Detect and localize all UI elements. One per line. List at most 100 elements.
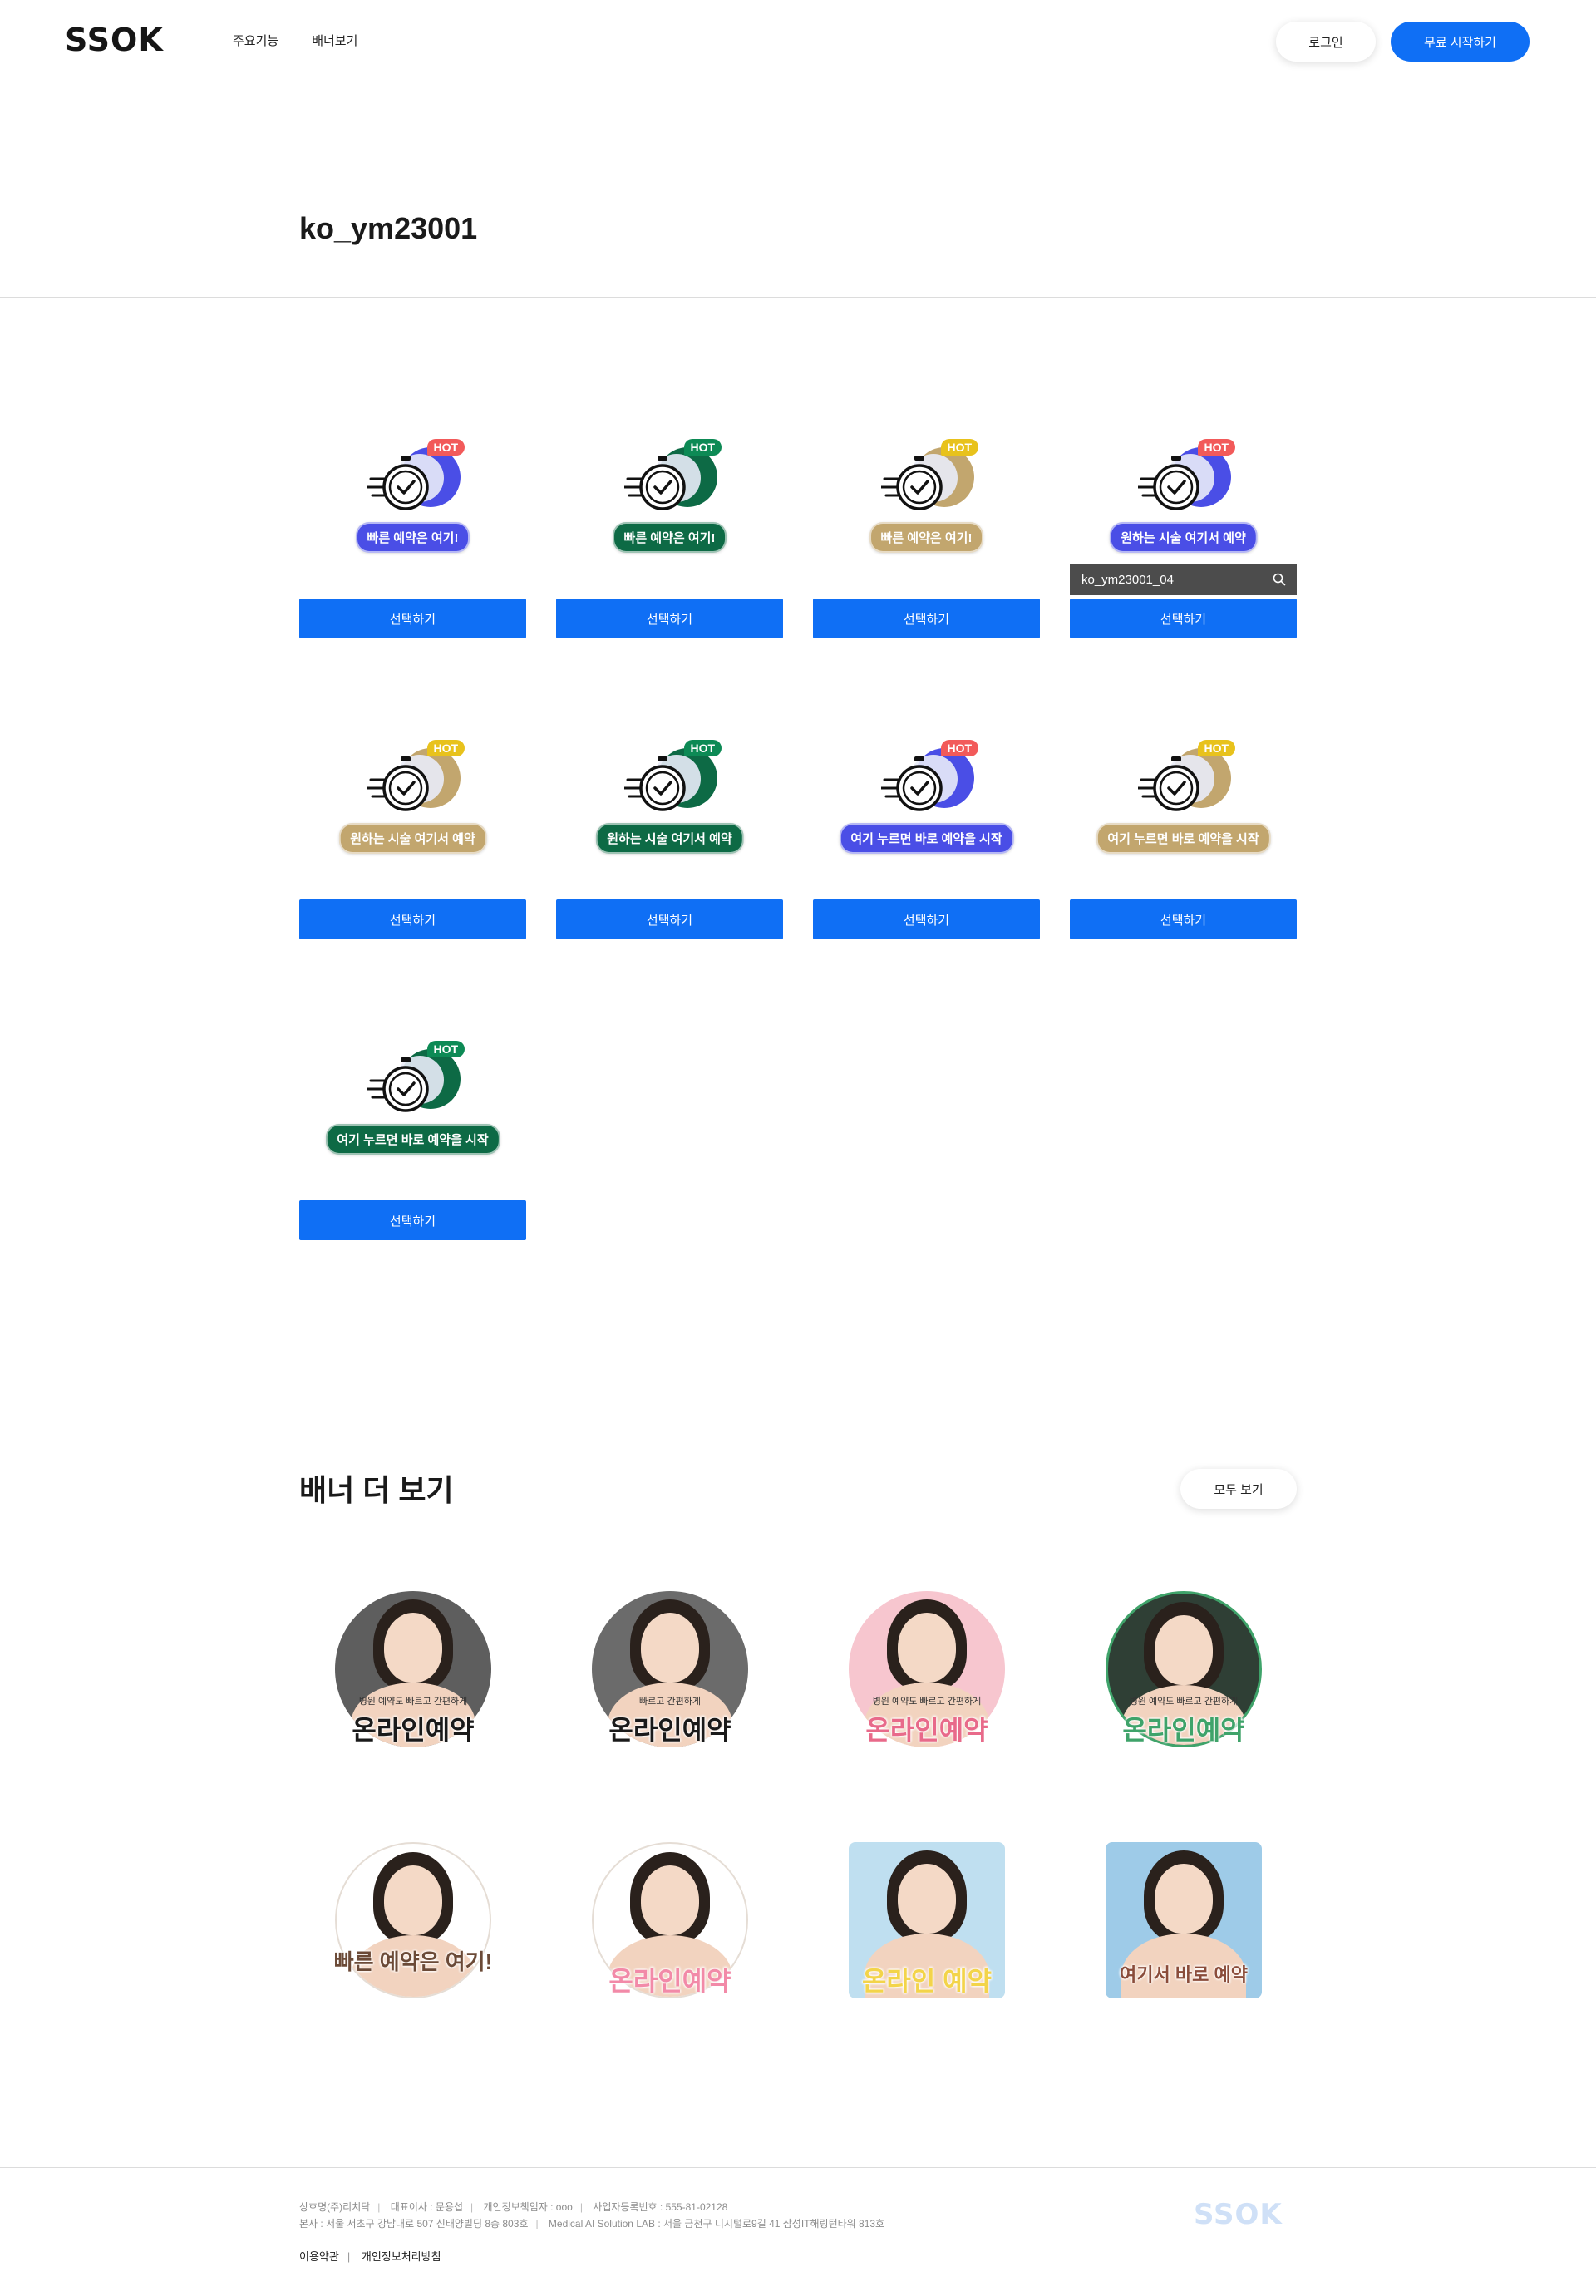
banner-thumbnail[interactable]: 온라인 예약 [844,1837,1010,2003]
banner-id-tooltip: ko_ym23001_04 [1070,564,1297,595]
banner-preview[interactable]: HOT 빠른 예약은 여기! [556,422,783,589]
company-name: 상호명(주)리치닥 [299,2201,371,2213]
thumbnail-subtitle: 병원 예약도 빠르고 간편하게 [872,1697,982,1707]
stopwatch-graphic: HOT [880,439,979,522]
stopwatch-icon [1137,756,1199,811]
banner-preview[interactable]: HOT 원하는 시술 여기서 예약 [299,723,526,889]
stopwatch-icon [367,1057,429,1112]
stopwatch-icon [367,456,429,510]
banner-preview[interactable]: HOT 원하는 시술 여기서 예약 [556,723,783,889]
nav-item-features[interactable]: 주요기능 [233,32,278,49]
select-button[interactable]: 선택하기 [556,899,783,939]
select-button[interactable]: 선택하기 [299,599,526,638]
site-header: SSOK 주요기능 배너보기 로그인 무료 시작하기 [0,0,1596,83]
banner-label: 원하는 시술 여기서 예약 [338,823,487,854]
thumbnail-title: 온라인 예약 [861,1966,993,1996]
footer-logo: SSOK [1194,2198,1283,2231]
ceo-name: 대표이사 : 문용섭 [390,2201,464,2213]
privacy-policy-link[interactable]: 개인정보처리방침 [362,2250,441,2263]
banner-preview[interactable]: HOT 빠른 예약은 여기! [813,422,1040,589]
stopwatch-graphic: HOT [1137,439,1236,522]
hot-badge: HOT [1197,439,1236,456]
divider [0,297,1596,298]
model-face [898,1864,956,1934]
ssok-logo[interactable]: SSOK [65,22,164,58]
stopwatch-icon [880,456,943,510]
hot-badge: HOT [683,740,722,756]
model-face [641,1613,699,1683]
banner-preview[interactable]: HOT 여기 누르면 바로 예약을 시작 [813,723,1040,889]
search-icon[interactable] [1272,572,1287,590]
stopwatch-graphic: HOT [367,740,466,823]
hq-address: 본사 : 서울 서초구 강남대로 507 신태양빌딩 8층 803호 [299,2218,529,2229]
banner-thumbnail[interactable]: 병원 예약도 빠르고 간편하게 온라인예약 [1101,1586,1267,1752]
thumbnail-title: 빠른 예약은 여기! [333,1949,493,1974]
select-button[interactable]: 선택하기 [299,899,526,939]
footer-links: 이용약관 | 개인정보처리방침 [299,2250,441,2263]
stopwatch-icon [1137,456,1199,510]
banner-thumbnail[interactable]: 여기서 바로 예약 [1101,1837,1267,2003]
banner-card: HOT 여기 누르면 바로 예약을 시작선택하기 [813,723,1040,939]
view-all-button[interactable]: 모두 보기 [1180,1469,1297,1509]
banner-label: 빠른 예약은 여기! [612,522,727,553]
banner-thumbnail[interactable]: 병원 예약도 빠르고 간편하게온라인예약 [844,1586,1010,1752]
select-button[interactable]: 선택하기 [299,1200,526,1240]
hot-badge: HOT [426,439,466,456]
banner-card: HOT 여기 누르면 바로 예약을 시작선택하기 [1070,723,1297,939]
banner-thumbnail[interactable]: 병원 예약도 빠르고 간편하게 온라인예약 [330,1586,496,1752]
hot-badge: HOT [683,439,722,456]
divider [0,2167,1596,2168]
banner-thumbnail[interactable]: 빠른 예약은 여기! [330,1837,496,2003]
banner-card: HOT 빠른 예약은 여기! 선택하기 [556,422,783,638]
terms-link[interactable]: 이용약관 [299,2250,339,2263]
banner-label: 원하는 시술 여기서 예약 [595,823,744,854]
banner-preview[interactable]: HOT 빠른 예약은 여기! [299,422,526,589]
model-face [384,1613,442,1683]
stopwatch-graphic: HOT [623,740,722,823]
hot-badge: HOT [426,1041,466,1057]
model-face [384,1865,442,1935]
thumbnail-subtitle: 병원 예약도 빠르고 간편하게 [1129,1697,1239,1707]
hot-badge: HOT [940,439,979,456]
lab-address: Medical AI Solution LAB : 서울 금천구 디지털로9길 … [548,2218,885,2229]
banner-card: HOT 원하는 시술 여기서 예약선택하기 [556,723,783,939]
more-banners-title: 배너 더 보기 [299,1473,454,1507]
hot-badge: HOT [426,740,466,756]
banner-thumbnail[interactable]: 빠르고 간편하게 온라인예약 [587,1586,753,1752]
banner-preview[interactable]: HOT 여기 누르면 바로 예약을 시작 [299,1024,526,1190]
banner-preview[interactable]: HOT 여기 누르면 바로 예약을 시작 [1070,723,1297,889]
stopwatch-icon [623,756,686,811]
select-button[interactable]: 선택하기 [1070,599,1297,638]
select-button[interactable]: 선택하기 [1070,899,1297,939]
banner-label: 빠른 예약은 여기! [869,522,984,553]
stopwatch-icon [623,456,686,510]
model-face [1155,1864,1213,1934]
banner-card: HOT 원하는 시술 여기서 예약선택하기 [299,723,526,939]
banner-card: HOT 빠른 예약은 여기! 선택하기 [299,422,526,638]
thumbnail-title: 온라인예약 [865,1715,988,1745]
login-button[interactable]: 로그인 [1276,22,1376,62]
select-button[interactable]: 선택하기 [813,899,1040,939]
page-title: ko_ym23001 [299,211,478,245]
banner-label: 여기 누르면 바로 예약을 시작 [1096,823,1271,854]
banner-card: HOT 빠른 예약은 여기! 선택하기 [813,422,1040,638]
stopwatch-graphic: HOT [623,439,722,522]
stopwatch-icon [880,756,943,811]
select-button[interactable]: 선택하기 [556,599,783,638]
nav-item-banners[interactable]: 배너보기 [312,32,357,49]
banner-label: 여기 누르면 바로 예약을 시작 [839,823,1014,854]
stopwatch-graphic: HOT [367,439,466,522]
banner-label: 원하는 시술 여기서 예약 [1109,522,1258,553]
hot-badge: HOT [1197,740,1236,756]
start-free-button[interactable]: 무료 시작하기 [1391,22,1530,62]
stopwatch-graphic: HOT [880,740,979,823]
banner-thumbnail[interactable]: 온라인예약 [587,1837,753,2003]
banner-label: 여기 누르면 바로 예약을 시작 [325,1124,500,1155]
hot-badge: HOT [940,740,979,756]
business-number: 사업자등록번호 : 555-81-02128 [593,2201,728,2213]
stopwatch-graphic: HOT [1137,740,1236,823]
stopwatch-graphic: HOT [367,1041,466,1124]
model-face [1155,1615,1213,1685]
thumbnail-title: 온라인예약 [608,1715,732,1745]
select-button[interactable]: 선택하기 [813,599,1040,638]
